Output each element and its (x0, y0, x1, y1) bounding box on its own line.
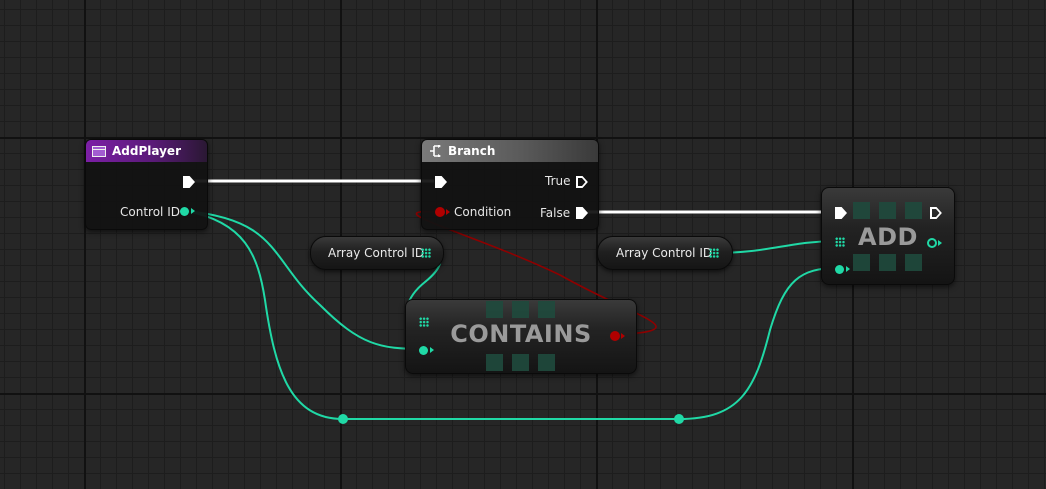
addplayer-exec-out-pin[interactable] (183, 176, 195, 188)
branch-node-header[interactable]: Branch (422, 140, 598, 162)
function-icon (92, 145, 106, 157)
add-exec-in-pin[interactable] (835, 207, 847, 219)
array-control-id-var-label-2: Array Control ID (616, 246, 713, 260)
contains-deco-bottom-3 (538, 354, 555, 371)
contains-deco-bottom-2 (512, 354, 529, 371)
reroute-node-right[interactable] (674, 414, 684, 424)
addplayer-node-title: AddPlayer (112, 144, 181, 158)
add-item-in-pin[interactable] (835, 265, 844, 274)
control-id-label: Control ID (120, 205, 180, 219)
contains-node[interactable]: CONTAINS (405, 299, 637, 374)
add-deco-bottom-2 (879, 254, 896, 271)
control-id-pin-arrow (191, 208, 195, 214)
control-id-out-pin[interactable] (180, 207, 189, 216)
branch-node[interactable]: Branch True Condition False (421, 139, 599, 230)
add-deco-top-1 (853, 202, 870, 219)
add-array-in-pin[interactable] (835, 237, 845, 247)
contains-deco-top-1 (486, 301, 503, 318)
reroute-node-left[interactable] (338, 414, 348, 424)
array-control-id-out-pin-1[interactable] (421, 248, 431, 258)
contains-return-out-pin[interactable] (610, 331, 620, 341)
contains-deco-bottom-1 (486, 354, 503, 371)
add-deco-bottom-3 (905, 254, 922, 271)
add-deco-top-2 (879, 202, 896, 219)
contains-array-in-pin[interactable] (419, 317, 429, 327)
add-exec-out-pin[interactable] (930, 207, 942, 219)
add-deco-bottom-1 (853, 254, 870, 271)
array-control-id-var-node-1[interactable]: Array Control ID (310, 236, 444, 270)
array-control-id-var-label-1: Array Control ID (328, 246, 425, 260)
condition-label: Condition (454, 205, 512, 219)
branch-node-title: Branch (448, 144, 496, 158)
condition-in-pin[interactable] (435, 207, 445, 217)
contains-deco-top-3 (538, 301, 555, 318)
true-label: True (545, 174, 571, 188)
contains-deco-top-2 (512, 301, 529, 318)
true-exec-out-pin[interactable] (576, 176, 588, 188)
branch-icon (430, 145, 441, 157)
contains-item-in-pin[interactable] (419, 346, 428, 355)
false-label: False (540, 206, 571, 220)
condition-pin-arrow (446, 209, 450, 215)
contains-return-pin-arrow (621, 333, 625, 339)
array-control-id-out-pin-2[interactable] (709, 248, 719, 258)
contains-node-title: CONTAINS (450, 320, 592, 348)
contains-item-pin-arrow (430, 347, 434, 353)
branch-exec-in-pin[interactable] (435, 176, 447, 188)
add-deco-top-3 (905, 202, 922, 219)
int-wire-reroute-to-add[interactable] (678, 267, 839, 420)
false-exec-out-pin[interactable] (576, 207, 588, 219)
addplayer-node[interactable]: AddPlayer Control ID (85, 139, 208, 230)
int-wire-controlid-to-contains[interactable] (185, 210, 424, 350)
add-item-pin-arrow (846, 266, 850, 272)
add-index-out-pin[interactable] (927, 238, 937, 248)
array-control-id-var-node-2[interactable]: Array Control ID (597, 236, 733, 270)
addplayer-node-header[interactable]: AddPlayer (86, 140, 207, 162)
add-node[interactable]: ADD (821, 187, 955, 285)
add-index-pin-arrow (938, 240, 942, 246)
